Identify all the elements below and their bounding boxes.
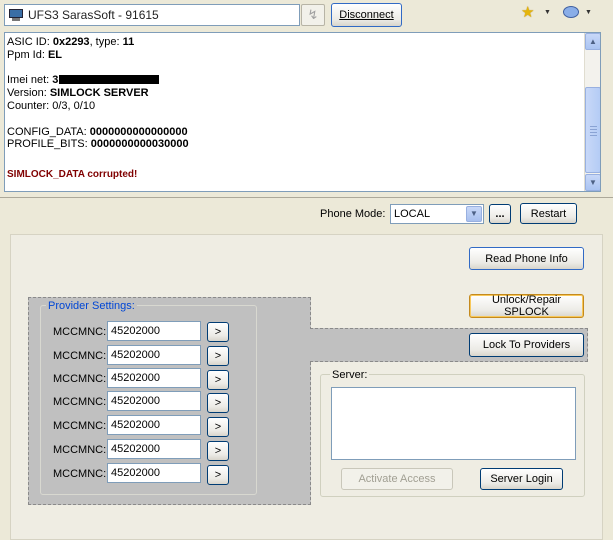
server-login-button[interactable]: Server Login (480, 468, 563, 490)
imei-redaction (59, 75, 160, 85)
asic-line: ASIC ID: 0x2293, type: 11 (7, 36, 135, 48)
ppm-line: Ppm Id: EL (7, 48, 63, 61)
window-title: UFS3 SarasSoft - 91615 (28, 8, 159, 22)
disconnect-label: Disconnect (339, 9, 394, 21)
mccmnc-input[interactable]: 45202000 (107, 321, 201, 341)
info-log[interactable]: ASIC ID: 0x2293, type: 11 Ppm Id: EL Ime… (4, 32, 601, 192)
provider-settings-legend: Provider Settings: (46, 300, 137, 312)
mccmnc-label: MCCMNC: (53, 326, 107, 338)
config-line: CONFIG_DATA: 0000000000000000 (7, 125, 188, 138)
refresh-button[interactable]: ↯ (301, 4, 325, 26)
mccmnc-input[interactable]: 45202000 (107, 368, 201, 388)
mccmnc-label: MCCMNC: (53, 396, 107, 408)
error-line: SIMLOCK_DATA corrupted! (7, 168, 138, 180)
imei-line: Imei net: 3 (7, 74, 189, 87)
browse-button[interactable]: ... (489, 204, 511, 224)
chevron-down-icon[interactable]: ▼ (585, 9, 592, 16)
lock-to-providers-button[interactable]: Lock To Providers (469, 333, 584, 357)
mccmnc-label: MCCMNC: (53, 468, 107, 480)
device-selector[interactable]: UFS3 SarasSoft - 91615 (4, 4, 300, 26)
mccmnc-apply-button[interactable]: > (207, 393, 229, 413)
unlock-repair-button[interactable]: Unlock/Repair SPLOCK (469, 294, 584, 318)
mccmnc-input[interactable]: 45202000 (107, 345, 201, 365)
phone-mode-value: LOCAL (394, 208, 431, 220)
server-text-area[interactable] (331, 387, 576, 460)
computer-icon (9, 9, 23, 21)
profile-line: PROFILE_BITS: 0000000000030000 (7, 138, 189, 151)
star-icon[interactable]: ★ (521, 5, 534, 21)
scroll-thumb[interactable] (585, 87, 600, 173)
counter-line: Counter: 0/3, 0/10 (7, 99, 96, 112)
scroll-down-icon[interactable]: ▼ (585, 174, 600, 191)
phone-mode-label: Phone Mode: (320, 208, 386, 220)
mccmnc-label: MCCMNC: (53, 373, 107, 385)
divider (0, 197, 613, 198)
mccmnc-apply-button[interactable]: > (207, 322, 229, 342)
scroll-up-icon[interactable]: ▲ (585, 33, 600, 50)
mccmnc-label: MCCMNC: (53, 420, 107, 432)
mccmnc-apply-button[interactable]: > (207, 465, 229, 485)
mccmnc-apply-button[interactable]: > (207, 417, 229, 437)
mccmnc-input[interactable]: 45202000 (107, 391, 201, 411)
mccmnc-label: MCCMNC: (53, 350, 107, 362)
version-line: Version: SIMLOCK SERVER (7, 87, 149, 100)
read-phone-info-button[interactable]: Read Phone Info (469, 247, 584, 270)
mccmnc-apply-button[interactable]: > (207, 346, 229, 366)
mccmnc-label: MCCMNC: (53, 444, 107, 456)
mccmnc-apply-button[interactable]: > (207, 441, 229, 461)
restart-button[interactable]: Restart (520, 203, 577, 224)
mccmnc-input[interactable]: 45202000 (107, 439, 201, 459)
server-legend: Server: (330, 369, 370, 381)
mccmnc-input[interactable]: 45202000 (107, 415, 201, 435)
chevron-down-icon[interactable]: ▼ (466, 206, 482, 222)
phone-mode-select[interactable]: LOCAL ▼ (390, 204, 484, 224)
log-scrollbar[interactable]: ▲ ▼ (584, 33, 600, 191)
activate-access-button[interactable]: Activate Access (341, 468, 453, 490)
balloon-icon[interactable] (563, 6, 579, 18)
mccmnc-input[interactable]: 45202000 (107, 463, 201, 483)
chevron-down-icon[interactable]: ▼ (544, 9, 551, 16)
disconnect-button[interactable]: Disconnect (331, 3, 402, 27)
mccmnc-apply-button[interactable]: > (207, 370, 229, 390)
